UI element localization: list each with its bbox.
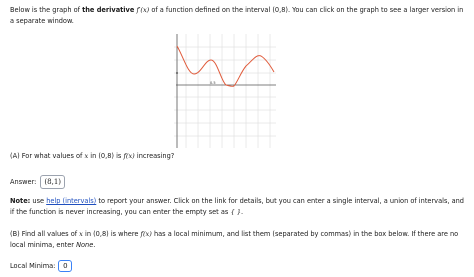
answer-a-row: Answer: (8,1) [10,175,66,189]
question-b-part-1: (B) Find all values of [10,230,80,238]
derivative-graph[interactable]: 0.5 [174,34,276,148]
local-minima-label: Local Minima: [10,262,56,270]
question-a-part-1: (A) For what values of [10,152,85,160]
f-prime-expression: f′(x) [136,6,150,14]
note-part-3: . [240,208,244,216]
question-a-part-2: in (0,8) is [88,152,124,160]
axis-label: 0.5 [210,81,216,85]
note-part-1: use [30,197,47,205]
help-intervals-link[interactable]: help (intervals) [46,197,96,205]
question-b: (B) Find all values of x in (0,8) is whe… [10,229,465,251]
question-b-part-2: in (0,8) is where [82,230,141,238]
question-b-part-4: . [93,241,96,249]
local-minima-row: Local Minima: 0 [10,260,73,272]
graph-svg[interactable]: 0.5 [174,34,276,148]
y-axis-marker [176,72,178,74]
intro-text: Below is the graph of the derivative f′(… [10,5,465,27]
note-bold: Note: [10,197,31,205]
empty-set: { } [230,208,241,216]
note-text: Note: use help (intervals) to report you… [10,196,465,218]
question-a-part-3: increasing? [134,152,175,160]
intro-part-1: Below is the graph of [10,6,83,14]
answer-label: Answer: [10,178,37,186]
f-expression-b: f(x) [140,230,152,238]
local-minima-input[interactable]: 0 [58,260,73,272]
f-expression: f(x) [123,152,135,160]
answer-input[interactable]: (8,1) [40,175,66,189]
intro-bold: the derivative [82,6,135,14]
none-text: None [76,241,94,249]
graph-background [174,34,276,148]
question-a: (A) For what values of x in (0,8) is f(x… [10,152,174,160]
